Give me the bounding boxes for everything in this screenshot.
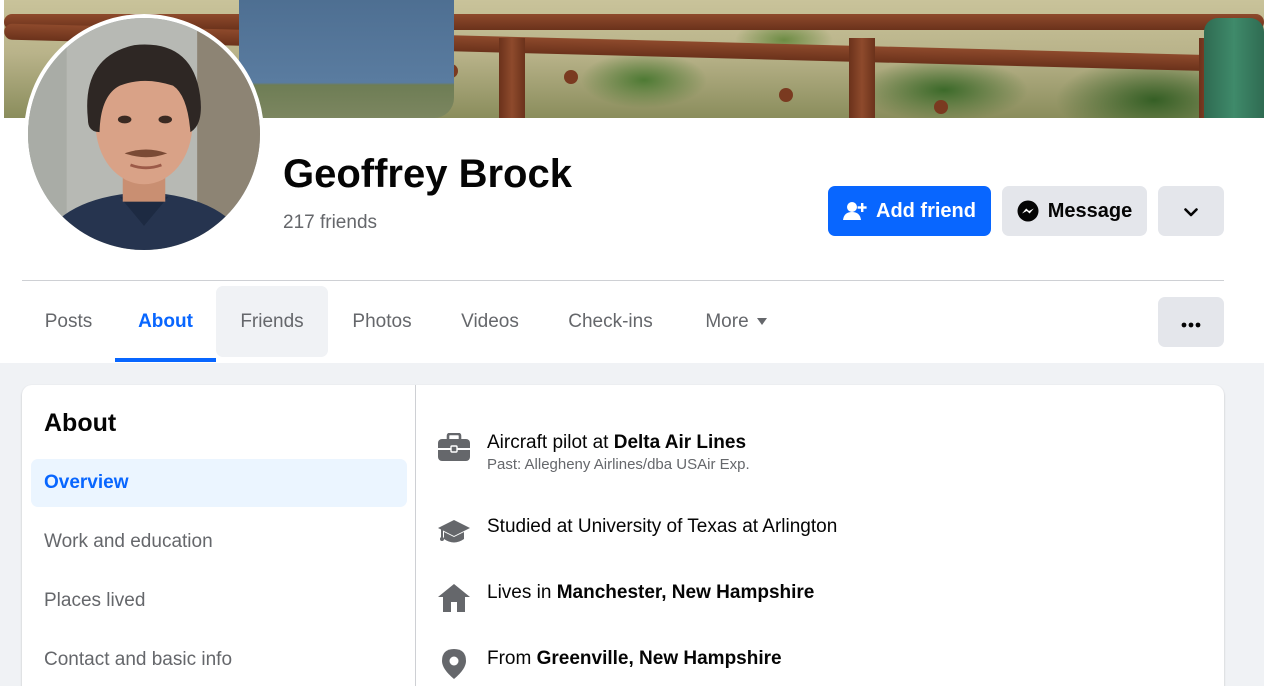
cover-post [849,38,875,118]
about-nav-overview[interactable]: Overview [31,459,407,507]
about-nav-label: Contact and basic info [44,649,233,670]
about-nav-label: Overview [44,472,129,493]
graduation-cap-icon [437,515,471,549]
cover-bin [1204,18,1264,118]
overview-education-row: Studied at University of Texas at Arling… [437,515,837,549]
current-city-link[interactable]: Manchester, New Hampshire [557,582,815,603]
about-nav-label: Places lived [44,590,146,611]
about-card: About Overview Work and education Places… [22,385,1224,686]
add-friend-label: Add friend [876,199,976,222]
tab-label: More [705,310,749,332]
about-nav-work-and-education[interactable]: Work and education [31,518,407,566]
about-nav-places-lived[interactable]: Places lived [31,577,407,625]
lives-text: Lives in Manchester, New Hampshire [487,582,815,603]
cover-post [499,38,525,118]
from-text: From Greenville, New Hampshire [487,648,782,669]
overview-current-city-row: Lives in Manchester, New Hampshire [437,581,814,615]
work-text: Aircraft pilot at Delta Air Lines [487,432,747,453]
education-text: Studied at University of Texas at Arling… [487,516,838,537]
person-plus-icon [843,201,867,221]
message-label: Message [1047,199,1133,222]
overview-hometown-row: From Greenville, New Hampshire [437,647,782,681]
overview-work-row: Aircraft pilot at Delta Air Lines Past: … [437,431,750,475]
tab-label: Posts [44,310,93,332]
messenger-icon [1017,200,1039,222]
cover-knob [564,70,578,84]
about-nav-contact-and-basic-info[interactable]: Contact and basic info [31,636,407,684]
avatar-portrait [28,18,260,250]
tab-label: Check-ins [568,310,653,332]
tab-more[interactable]: More [677,286,795,357]
tab-label: Friends [240,310,304,332]
about-nav-label: Work and education [44,531,213,552]
briefcase-icon [437,431,471,465]
house-icon [437,581,471,615]
tab-friends[interactable]: Friends [216,286,328,357]
cover-knob [779,88,793,102]
active-tab-indicator [115,358,216,362]
past-work-text: Past: Allegheny Airlines/dba USAir Exp. [487,456,750,473]
chevron-down-icon [1184,200,1198,223]
friend-count-link[interactable]: 217 friends [283,212,377,234]
profile-name: Geoffrey Brock [283,152,572,196]
tab-photos[interactable]: Photos [328,286,436,357]
more-options-button[interactable] [1158,297,1224,347]
hometown-link[interactable]: Greenville, New Hampshire [537,648,782,669]
cover-knob [934,100,948,114]
about-heading: About [44,409,117,437]
message-button[interactable]: Message [1002,186,1147,236]
profile-avatar[interactable] [24,14,264,254]
employer-link[interactable]: Delta Air Lines [614,432,746,453]
caret-down-icon [756,318,767,325]
profile-options-button[interactable] [1158,186,1224,236]
about-card-divider [415,385,416,686]
tab-label: About [138,310,193,332]
header-divider [22,280,1224,281]
ellipsis-icon [1181,311,1201,334]
location-pin-icon [437,647,471,681]
cover-person [239,0,454,118]
tab-label: Photos [352,310,412,332]
tab-posts[interactable]: Posts [22,286,115,357]
tab-videos[interactable]: Videos [436,286,544,357]
tab-label: Videos [461,310,519,332]
add-friend-button[interactable]: Add friend [828,186,991,236]
tab-check-ins[interactable]: Check-ins [544,286,677,357]
tab-about[interactable]: About [115,286,216,357]
